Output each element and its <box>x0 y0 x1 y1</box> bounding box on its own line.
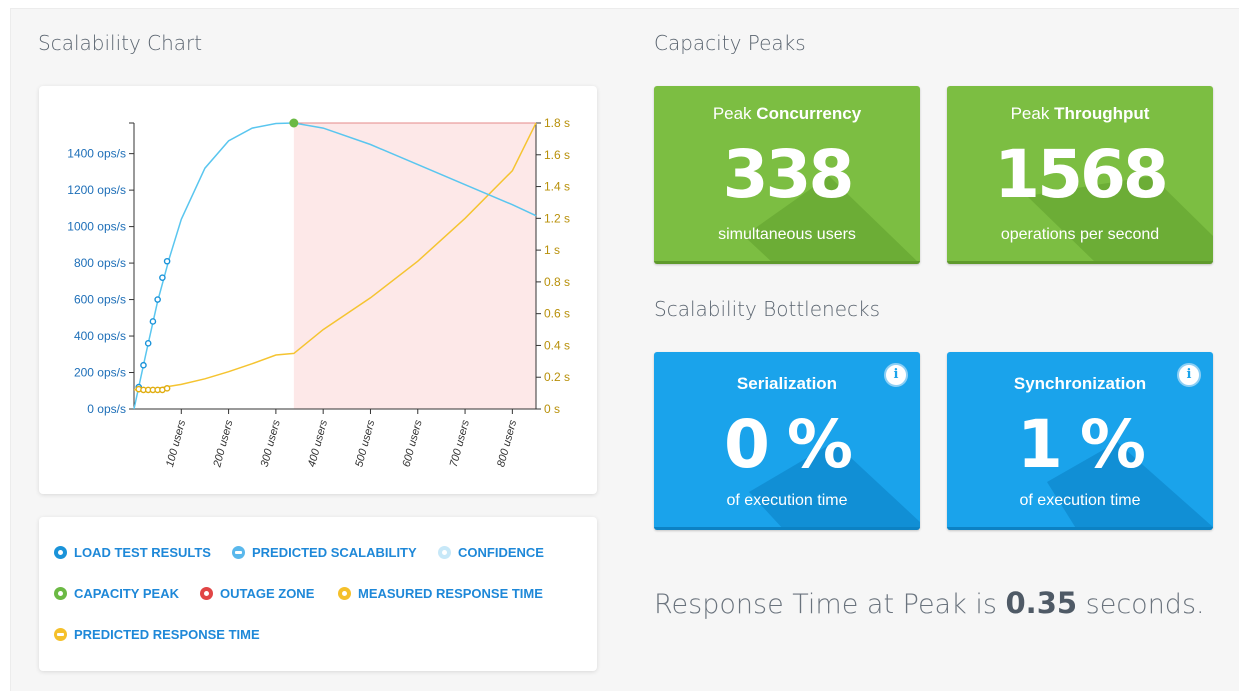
serialization-unit: of execution time <box>726 492 848 509</box>
capacity-peak-point <box>289 118 299 128</box>
response-value: 0.35 <box>1005 586 1078 620</box>
peak-throughput-unit: operations per second <box>1000 226 1160 243</box>
synchronization-unit: of execution time <box>1019 492 1141 509</box>
right-axis-tick-label: 1.2 s <box>544 211 570 225</box>
right-axis-tick-label: 1.6 s <box>544 148 570 162</box>
left-axis-tick-label: 400 ops/s <box>74 329 126 343</box>
legend-dot-icon <box>54 628 67 641</box>
legend-dot-icon <box>54 546 67 559</box>
legend-measured-response-time[interactable]: MEASURED RESPONSE TIME <box>338 586 543 601</box>
peak-throughput-value: 1568 <box>994 136 1169 213</box>
chart-points <box>135 118 299 394</box>
legend-confidence[interactable]: CONFIDENCE <box>438 545 544 560</box>
x-axis-tick-label: 500 users <box>353 418 377 468</box>
peak-concurrency-unit: simultaneous users <box>718 226 856 243</box>
legend-dot-icon <box>338 587 351 600</box>
serialization-label: Serialization <box>736 374 838 393</box>
chart-section-title: Scalability Chart <box>38 31 203 55</box>
scalability-chart-card: 0 ops/s 200 ops/s 400 ops/s 600 ops/s 800 op… <box>39 86 597 494</box>
right-axis-tick-label: 1.8 s <box>544 116 570 130</box>
left-axis-tick-label: 600 ops/s <box>74 293 126 307</box>
measured-response-time-point <box>163 385 171 392</box>
synchronization-label: Synchronization <box>1013 374 1147 393</box>
legend-dot-icon <box>232 546 245 559</box>
legend-label: LOAD TEST RESULTS <box>74 545 211 560</box>
load-test-result-point <box>154 296 161 303</box>
load-test-result-point <box>159 274 166 281</box>
legend-label: OUTAGE ZONE <box>220 586 315 601</box>
legend-outage-zone[interactable]: OUTAGE ZONE <box>200 586 314 601</box>
peak-throughput-label: Peak Throughput <box>1010 104 1150 123</box>
serialization-info-icon[interactable]: i <box>884 363 908 387</box>
legend-predicted-scalability[interactable]: PREDICTED SCALABILITY <box>232 545 417 560</box>
load-test-result-point <box>140 361 147 369</box>
response-time-at-peak: Response Time at Peak is 0.35 seconds. <box>654 586 1205 620</box>
serialization-value: 0 % <box>723 406 853 483</box>
legend-load-test-results[interactable]: LOAD TEST RESULTS <box>54 545 211 560</box>
left-axis-tick-label: 1400 ops/s <box>67 147 126 161</box>
legend-label: CAPACITY PEAK <box>74 586 179 601</box>
synchronization-value: 1 % <box>1016 406 1146 483</box>
peak-concurrency-label: Peak Concurrency <box>712 104 862 123</box>
right-axis-tick-label: 1 s <box>544 243 560 257</box>
peak-concurrency-tile: Peak Concurrency 338 simultaneous users <box>654 86 920 264</box>
bottlenecks-section-title: Scalability Bottlenecks <box>654 297 881 321</box>
right-axis-tick-label: 0.6 s <box>544 307 570 321</box>
right-axis-tick-label: 0.8 s <box>544 275 570 289</box>
left-axis-tick-label: 1200 ops/s <box>67 183 126 197</box>
x-axis-tick-label: 800 users <box>495 418 519 468</box>
serialization-tile: Serialization i 0 % of execution time <box>654 352 920 530</box>
left-axis-tick-label: 1000 ops/s <box>67 220 126 234</box>
response-prefix: Response Time at Peak is <box>654 589 997 620</box>
x-axis-tick-label: 600 users <box>401 418 425 468</box>
legend-label: PREDICTED SCALABILITY <box>252 545 417 560</box>
right-axis-tick-label: 1.4 s <box>544 180 570 194</box>
left-axis-tick-label: 200 ops/s <box>74 366 126 380</box>
legend-label: PREDICTED RESPONSE TIME <box>74 627 260 642</box>
outage-zone <box>293 123 536 409</box>
left-axis-tick-label: 0 ops/s <box>87 402 126 416</box>
peak-concurrency-value: 338 <box>722 136 855 213</box>
synchronization-info-icon[interactable]: i <box>1177 363 1201 387</box>
left-axis-tick-label: 800 ops/s <box>74 256 126 270</box>
outage-zone-layer <box>293 122 536 409</box>
x-axis-tick-label: 400 users <box>306 418 330 468</box>
right-axis-tick-label: 0.2 s <box>544 370 570 384</box>
legend-capacity-peak[interactable]: CAPACITY PEAK <box>54 586 179 601</box>
legend-label: CONFIDENCE <box>458 545 544 560</box>
legend-dot-icon <box>54 587 67 600</box>
synchronization-tile: Synchronization i 1 % of execution time <box>947 352 1213 530</box>
peak-throughput-tile: Peak Throughput 1568 operations per seco… <box>947 86 1213 264</box>
legend-label: MEASURED RESPONSE TIME <box>358 586 543 601</box>
response-suffix: seconds. <box>1085 589 1205 620</box>
scalability-chart[interactable]: 0 ops/s 200 ops/s 400 ops/s 600 ops/s 800 op… <box>39 86 597 494</box>
peaks-section-title: Capacity Peaks <box>654 31 806 55</box>
x-axis-tick-label: 700 users <box>448 418 472 468</box>
load-test-result-point <box>149 318 157 325</box>
right-axis-tick-label: 0 s <box>544 402 560 416</box>
chart-legend: LOAD TEST RESULTS PREDICTED SCALABILITY … <box>39 517 597 671</box>
legend-dot-icon <box>200 587 213 600</box>
load-test-result-point <box>144 340 152 347</box>
load-test-result-point <box>163 257 171 265</box>
legend-dot-icon <box>438 546 451 559</box>
right-axis-tick-label: 0.4 s <box>544 338 570 352</box>
legend-predicted-response-time[interactable]: PREDICTED RESPONSE TIME <box>54 627 260 642</box>
x-axis-tick-label: 200 users <box>211 418 235 469</box>
x-axis-tick-label: 100 users <box>164 418 188 468</box>
x-axis-tick-label: 300 users <box>259 418 283 468</box>
